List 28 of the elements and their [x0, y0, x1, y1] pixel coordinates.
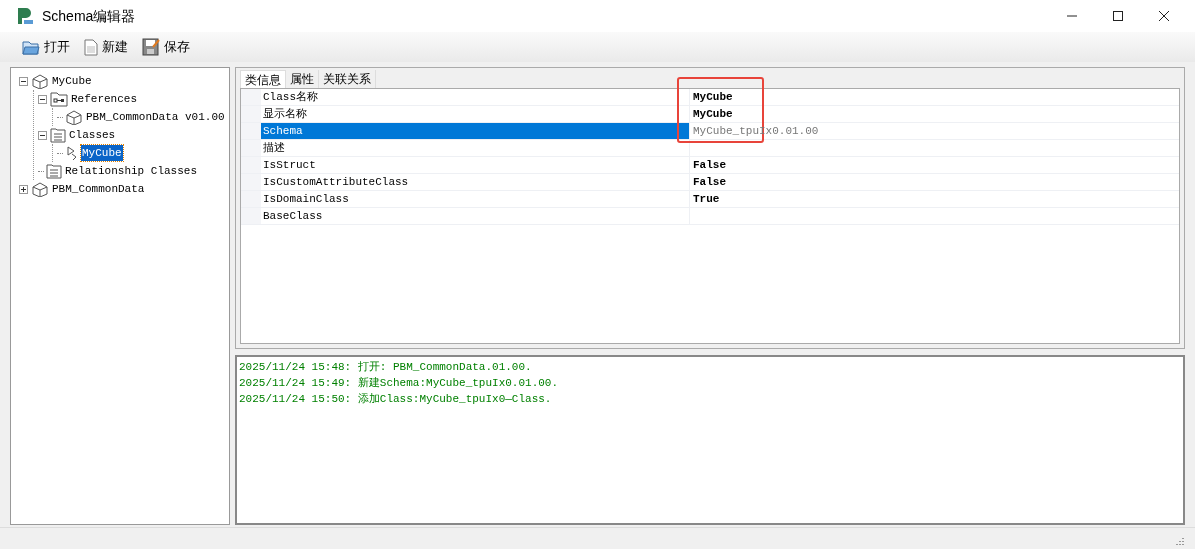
log-line: 2025/11/24 15:50: 添加Class:MyCube_tpuIx0—Class.: [239, 392, 552, 407]
tree-item[interactable]: PBM_CommonData v01.00: [85, 108, 226, 126]
tree-item[interactable]: PBM_CommonData: [51, 180, 146, 198]
property-name[interactable]: Schema: [261, 123, 689, 139]
log-line: 2025/11/24 15:48: 打开: PBM_CommonData.01.00.: [239, 360, 532, 375]
property-name[interactable]: 描述: [261, 140, 689, 156]
tree-item[interactable]: MyCube: [81, 144, 123, 162]
property-name[interactable]: BaseClass: [261, 208, 689, 224]
tab[interactable]: 类信息: [240, 70, 286, 88]
tree-item[interactable]: References: [70, 90, 138, 108]
property-value[interactable]: False: [690, 157, 729, 173]
property-name[interactable]: Class名称: [261, 89, 689, 105]
tree-item[interactable]: MyCube: [51, 72, 93, 90]
toolbar-button[interactable]: 新建: [82, 35, 130, 59]
toolbar-button[interactable]: 打开: [20, 35, 72, 59]
property-name[interactable]: IsDomainClass: [261, 191, 689, 207]
tree-item[interactable]: Classes: [68, 126, 117, 144]
tree-item[interactable]: Relationship Classes: [64, 162, 199, 180]
property-name[interactable]: IsStruct: [261, 157, 689, 173]
property-value[interactable]: MyCube: [690, 106, 736, 122]
property-value[interactable]: True: [690, 191, 723, 207]
property-name[interactable]: 显示名称: [261, 106, 689, 122]
property-name[interactable]: IsCustomAttributeClass: [261, 174, 689, 190]
log-line: 2025/11/24 15:49: 新建Schema:MyCube_tpuIx0.01.00.: [239, 376, 559, 391]
property-value[interactable]: MyCube: [690, 89, 736, 105]
window-title: Schema编辑器: [42, 6, 136, 26]
toolbar-button[interactable]: 保存: [140, 35, 192, 59]
property-value[interactable]: False: [690, 174, 729, 190]
